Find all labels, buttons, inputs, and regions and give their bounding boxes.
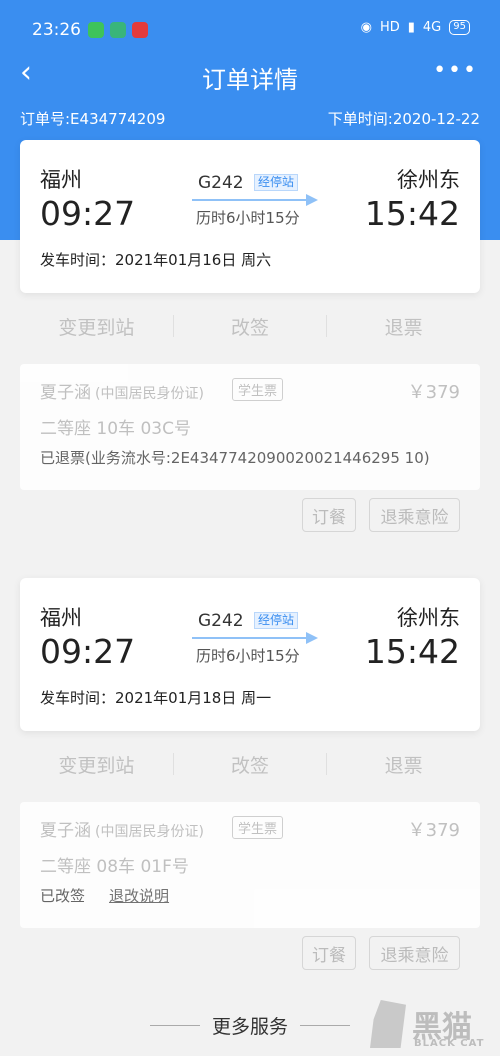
insurance-refund-button[interactable]: 退乘意险 xyxy=(369,936,460,970)
wechat-icon xyxy=(88,22,104,38)
from-time: 09:27 xyxy=(40,632,136,671)
depart-date: 发车时间：2021年01月16日 周六 xyxy=(40,251,272,269)
order-created: 下单时间:2020-12-22 xyxy=(327,110,480,128)
passenger-card: 夏子涵 (中国居民身份证) 学生票 ￥379 二等座 08车 01F号 已改签 退改… xyxy=(20,802,480,928)
stops-link[interactable]: 经停站 xyxy=(254,174,299,191)
reschedule-button[interactable]: 改签 xyxy=(174,313,327,340)
cat-logo-icon xyxy=(370,1000,406,1048)
meal-order-button[interactable]: 订餐 xyxy=(302,498,356,532)
status-apps xyxy=(88,22,148,38)
seat-info: 二等座 10车 03C号 xyxy=(40,419,191,439)
battery-icon: 95 xyxy=(449,20,470,35)
change-station-button[interactable]: 变更到站 xyxy=(20,313,173,340)
to-time: 15:42 xyxy=(364,632,460,671)
to-station: 徐州东 xyxy=(397,168,460,192)
ticket-type-badge: 学生票 xyxy=(232,378,284,401)
signal-label: 4G xyxy=(422,20,442,35)
ticket-type-badge: 学生票 xyxy=(232,816,284,839)
train-number: G242 xyxy=(198,611,244,631)
wifi-icon: ◉ xyxy=(360,20,372,35)
seat-info: 二等座 08车 01F号 xyxy=(40,857,189,877)
stops-link[interactable]: 经停站 xyxy=(254,612,299,629)
trip-card: 福州 09:27 G242 经停站 历时6小时15分 徐州东 15:42 发车时… xyxy=(20,140,480,293)
from-station: 福州 xyxy=(40,606,82,630)
nav-bar: ‹ 订单详情 ••• xyxy=(0,56,500,96)
arrow-head-icon xyxy=(306,632,318,644)
notes-icon xyxy=(110,22,126,38)
page-title: 订单详情 xyxy=(202,66,298,94)
route-arrow xyxy=(192,637,314,639)
meal-order-button[interactable]: 订餐 xyxy=(302,936,356,970)
from-station: 福州 xyxy=(40,168,82,192)
passenger-name: 夏子涵 (中国居民身份证) xyxy=(40,821,204,841)
order-info: 订单号:E434774209 下单时间:2020-12-22 xyxy=(20,108,480,129)
trip-actions: 变更到站 改签 退票 xyxy=(20,731,480,797)
ticket-status: 已改签 退改说明 xyxy=(40,887,170,905)
status-time: 23:26 xyxy=(32,20,81,40)
arrow-head-icon xyxy=(306,194,318,206)
ticket-price: ￥379 xyxy=(407,382,460,403)
refund-button[interactable]: 退票 xyxy=(327,751,480,778)
route-arrow xyxy=(192,199,314,201)
refund-button[interactable]: 退票 xyxy=(327,313,480,340)
order-number: 订单号:E434774209 xyxy=(20,110,166,128)
trip-actions: 变更到站 改签 退票 xyxy=(20,293,480,359)
more-icon[interactable]: ••• xyxy=(433,58,478,83)
status-right: ◉ HD ▮ 4G 95 xyxy=(361,20,470,35)
to-time: 15:42 xyxy=(364,194,460,233)
trip-duration: 历时6小时15分 xyxy=(196,647,300,665)
train-number: G242 xyxy=(198,173,244,193)
to-station: 徐州东 xyxy=(397,606,460,630)
status-bar: 23:26 ◉ HD ▮ 4G 95 xyxy=(0,0,500,56)
divider xyxy=(300,1025,350,1026)
ticket-status: 已退票(业务流水号:2E4347742090020021446295 10) xyxy=(40,449,430,467)
passenger-card: 夏子涵 (中国居民身份证) 学生票 ￥379 二等座 10车 03C号 已退票(业… xyxy=(20,364,480,490)
watermark-logo: 黑猫 BLACK CAT xyxy=(370,1000,486,1052)
rules-link[interactable]: 退改说明 xyxy=(109,887,169,905)
news-icon xyxy=(132,22,148,38)
change-station-button[interactable]: 变更到站 xyxy=(20,751,173,778)
depart-date: 发车时间：2021年01月18日 周一 xyxy=(40,689,272,707)
from-time: 09:27 xyxy=(40,194,136,233)
watermark-subtext: BLACK CAT xyxy=(414,1038,485,1049)
passenger-name: 夏子涵 (中国居民身份证) xyxy=(40,383,204,403)
trip-card: 福州 09:27 G242 经停站 历时6小时15分 徐州东 15:42 发车时… xyxy=(20,578,480,731)
network-label: HD xyxy=(379,20,400,35)
insurance-refund-button[interactable]: 退乘意险 xyxy=(369,498,460,532)
ticket-price: ￥379 xyxy=(407,820,460,841)
signal-icon: ▮ xyxy=(407,20,415,35)
trip-duration: 历时6小时15分 xyxy=(196,209,300,227)
reschedule-button[interactable]: 改签 xyxy=(174,751,327,778)
